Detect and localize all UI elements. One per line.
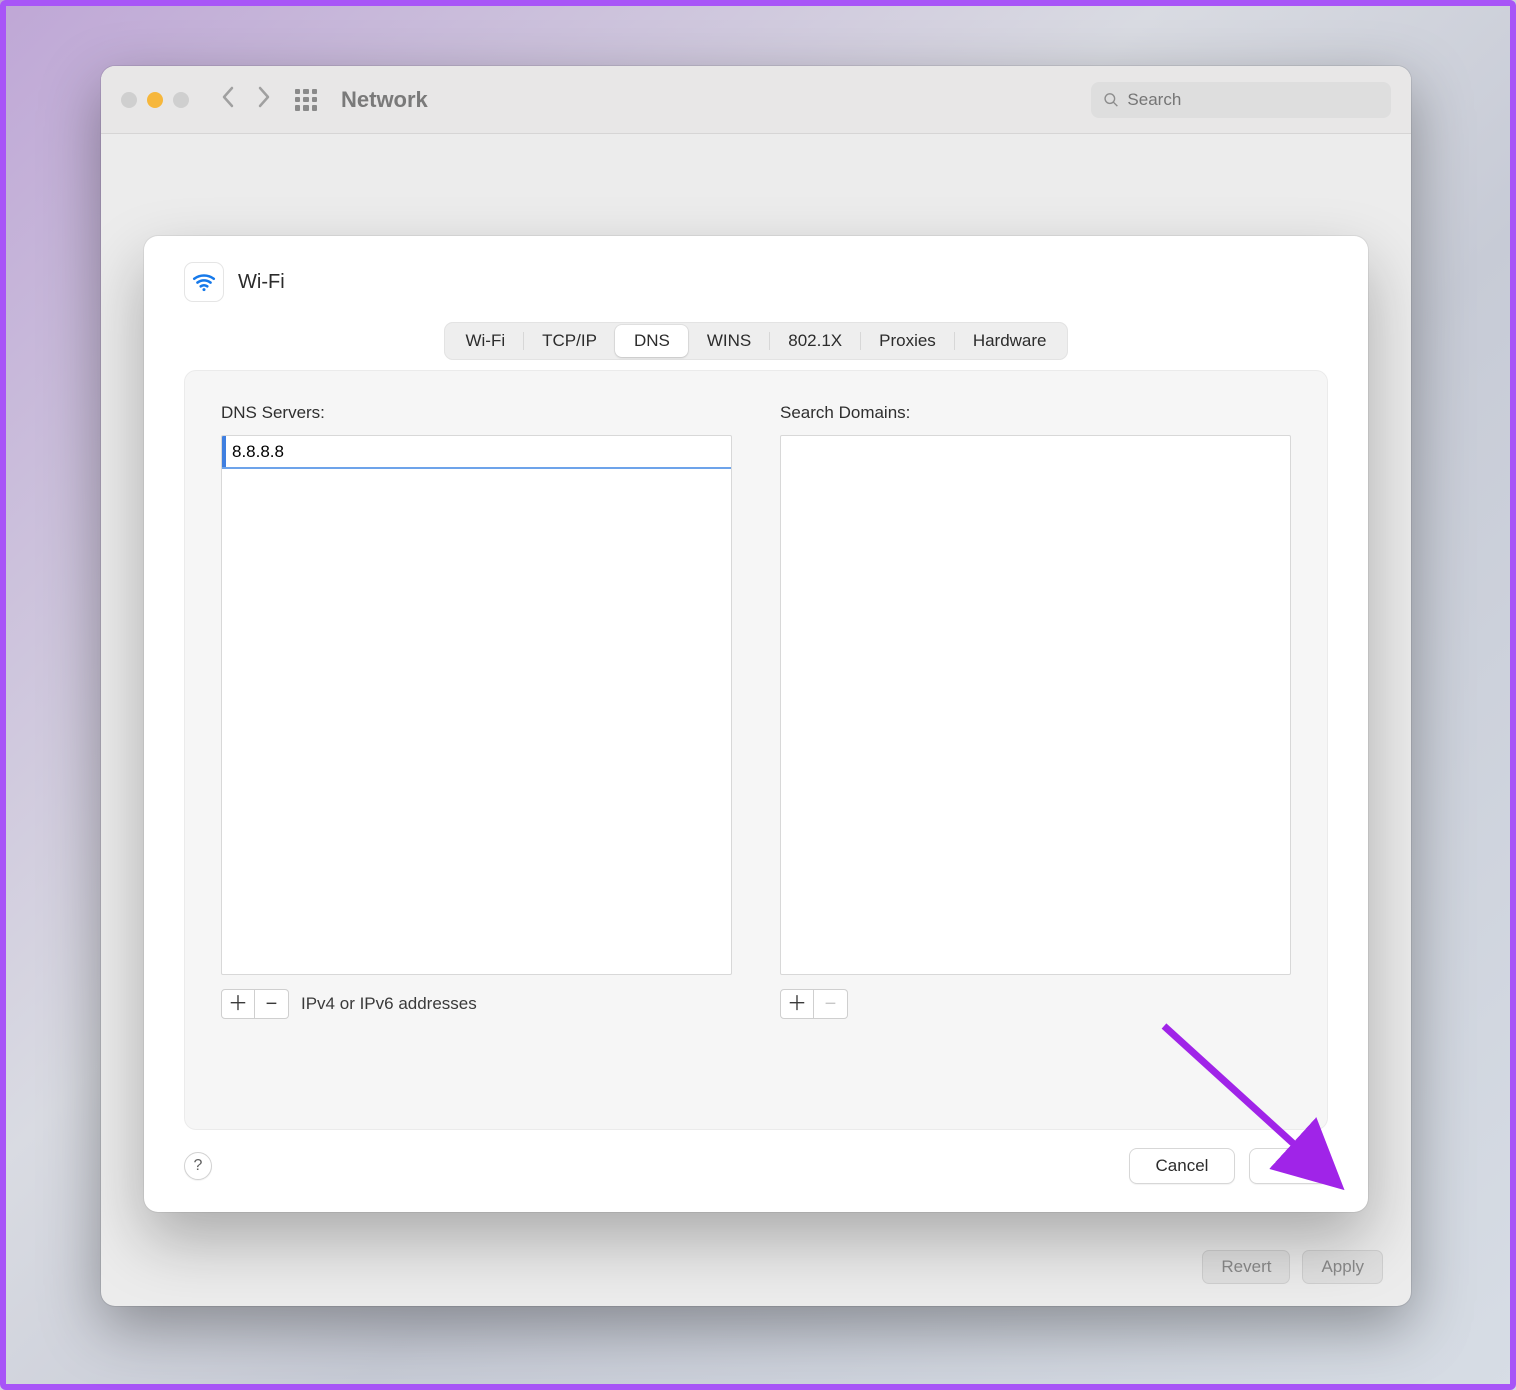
sheet-footer: ? Cancel OK	[184, 1148, 1328, 1184]
tab-bar: Wi-Fi TCP/IP DNS WINS 802.1X Proxies Har…	[444, 322, 1067, 360]
dns-add-remove-group: ＋ −	[221, 989, 289, 1019]
system-preferences-window: Network Revert Apply Wi-Fi Wi-Fi	[101, 66, 1411, 1306]
remove-domain-button: −	[814, 989, 848, 1019]
search-domains-column: Search Domains: ＋ −	[780, 403, 1291, 1103]
titlebar: Network	[101, 66, 1411, 134]
cancel-button[interactable]: Cancel	[1129, 1148, 1236, 1184]
maximize-window-button[interactable]	[173, 92, 189, 108]
close-window-button[interactable]	[121, 92, 137, 108]
search-input[interactable]	[1127, 90, 1379, 110]
add-domain-button[interactable]: ＋	[780, 989, 814, 1019]
tab-wifi[interactable]: Wi-Fi	[447, 325, 523, 357]
domain-add-remove-group: ＋ −	[780, 989, 848, 1019]
window-title: Network	[341, 87, 428, 113]
sheet-title: Wi-Fi	[238, 271, 285, 294]
dns-servers-column: DNS Servers: ＋ − IPv4 or IPv6 addresses	[221, 403, 732, 1103]
window-footer: Revert Apply	[1202, 1250, 1383, 1284]
nav-buttons	[221, 86, 271, 113]
add-dns-button[interactable]: ＋	[221, 989, 255, 1019]
revert-button: Revert	[1202, 1250, 1290, 1284]
ok-button[interactable]: OK	[1249, 1148, 1328, 1184]
search-field[interactable]	[1091, 82, 1391, 118]
list-item[interactable]	[222, 436, 731, 469]
tab-tcpip[interactable]: TCP/IP	[523, 325, 615, 357]
dns-hint: IPv4 or IPv6 addresses	[301, 994, 477, 1014]
dns-server-input[interactable]	[232, 442, 723, 462]
forward-button[interactable]	[257, 86, 271, 113]
dns-servers-label: DNS Servers:	[221, 403, 732, 423]
tab-8021x[interactable]: 802.1X	[769, 325, 860, 357]
search-domains-label: Search Domains:	[780, 403, 1291, 423]
apply-button: Apply	[1302, 1250, 1383, 1284]
traffic-lights	[121, 92, 189, 108]
wifi-advanced-sheet: Wi-Fi Wi-Fi TCP/IP DNS WINS 802.1X Proxi…	[144, 236, 1368, 1212]
remove-dns-button[interactable]: −	[255, 989, 289, 1019]
dns-panel: DNS Servers: ＋ − IPv4 or IPv6 addresses …	[184, 370, 1328, 1130]
minimize-window-button[interactable]	[147, 92, 163, 108]
tab-hardware[interactable]: Hardware	[954, 325, 1065, 357]
tab-proxies[interactable]: Proxies	[860, 325, 954, 357]
tab-wins[interactable]: WINS	[688, 325, 769, 357]
dns-servers-list[interactable]	[221, 435, 732, 975]
tab-dns[interactable]: DNS	[615, 325, 688, 357]
help-button[interactable]: ?	[184, 1152, 212, 1180]
show-all-preferences-icon[interactable]	[295, 89, 317, 111]
back-button[interactable]	[221, 86, 235, 113]
wifi-icon	[184, 262, 224, 302]
search-domains-list[interactable]	[780, 435, 1291, 975]
